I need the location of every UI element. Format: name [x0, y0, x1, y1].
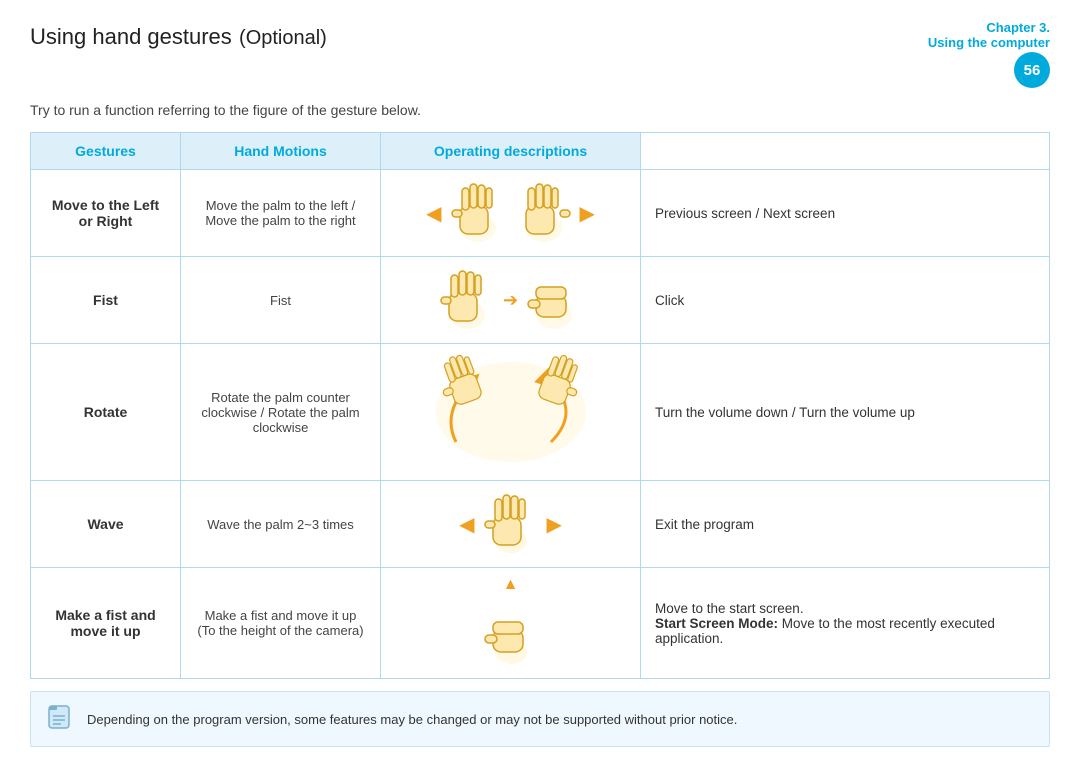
- arrow-to-icon: ➔: [503, 290, 518, 311]
- arrow-left-icon: ◀: [426, 201, 441, 226]
- operating-text-bold: Start Screen Mode: Move to the most rece…: [655, 616, 995, 646]
- note-icon: [47, 702, 75, 736]
- operating-desc: Turn the volume down / Turn the volume u…: [641, 344, 1050, 481]
- hand-open-right: [514, 178, 574, 248]
- gesture-name: Make a fist and move it up: [45, 607, 166, 639]
- page-title: Using hand gestures (Optional): [30, 20, 327, 51]
- table-row: Make a fist and move it up Make a fist a…: [31, 568, 1050, 679]
- rotate-diagram: [421, 352, 601, 472]
- gesture-name: Wave: [45, 516, 166, 532]
- table-row: Move to the Left or Right Move the palm …: [31, 170, 1050, 257]
- arrow-right-icon: ▶: [580, 201, 595, 226]
- col-gestures: Gestures: [31, 133, 181, 170]
- table-row: Fist Fist ➔: [31, 257, 1050, 344]
- gestures-table: Gestures Hand Motions Operating descript…: [30, 132, 1050, 679]
- arrow-right-icon: ▶: [547, 512, 562, 537]
- hand-motion: [381, 344, 641, 481]
- gesture-desc: Move the palm to the left / Move the pal…: [195, 198, 366, 228]
- table-body: Move to the Left or Right Move the palm …: [31, 170, 1050, 679]
- hand-motion: ▲: [381, 568, 641, 679]
- hand-wave: [481, 489, 541, 559]
- table-row: Wave Wave the palm 2~3 times ◀: [31, 481, 1050, 568]
- hand-fist: [524, 265, 584, 335]
- gesture-desc: Make a fist and move it up (To the heigh…: [195, 608, 366, 638]
- gesture-name: Fist: [45, 292, 166, 308]
- chapter-badge: Chapter 3. Using the computer 56: [928, 20, 1050, 88]
- gesture-desc: Rotate the palm counter clockwise / Rota…: [195, 390, 366, 435]
- operating-desc: Move to the start screen. Start Screen M…: [641, 568, 1050, 679]
- page-header: Using hand gestures (Optional) Chapter 3…: [30, 20, 1050, 88]
- col-hand-motions: Hand Motions: [181, 133, 381, 170]
- hand-motion: ◀: [381, 170, 641, 257]
- gesture-desc: Fist: [195, 293, 366, 308]
- chapter-label: Chapter 3. Using the computer: [928, 20, 1050, 50]
- hand-motion: ➔: [381, 257, 641, 344]
- hand-open-fist: [437, 265, 497, 335]
- note-row: Depending on the program version, some f…: [30, 691, 1050, 747]
- table-row: Rotate Rotate the palm counter clockwise…: [31, 344, 1050, 481]
- arrow-left-icon: ◀: [459, 512, 474, 537]
- operating-text-plain: Move to the start screen.: [655, 601, 804, 616]
- gesture-name: Rotate: [45, 404, 166, 420]
- operating-desc: Exit the program: [641, 481, 1050, 568]
- hand-motion: ◀ ▶: [381, 481, 641, 568]
- operating-desc: Click: [641, 257, 1050, 344]
- page-number: 56: [1014, 52, 1050, 88]
- operating-desc: Previous screen / Next screen: [641, 170, 1050, 257]
- arrow-up-icon: ▲: [503, 576, 519, 594]
- table-header: Gestures Hand Motions Operating descript…: [31, 133, 1050, 170]
- gesture-name: Move to the Left or Right: [45, 197, 166, 229]
- hand-fist-up: [481, 600, 541, 670]
- gesture-desc: Wave the palm 2~3 times: [195, 517, 366, 532]
- col-operating-desc: Operating descriptions: [381, 133, 641, 170]
- subtitle: Try to run a function referring to the f…: [30, 102, 1050, 118]
- note-text: Depending on the program version, some f…: [87, 712, 737, 727]
- hand-open-left: [448, 178, 508, 248]
